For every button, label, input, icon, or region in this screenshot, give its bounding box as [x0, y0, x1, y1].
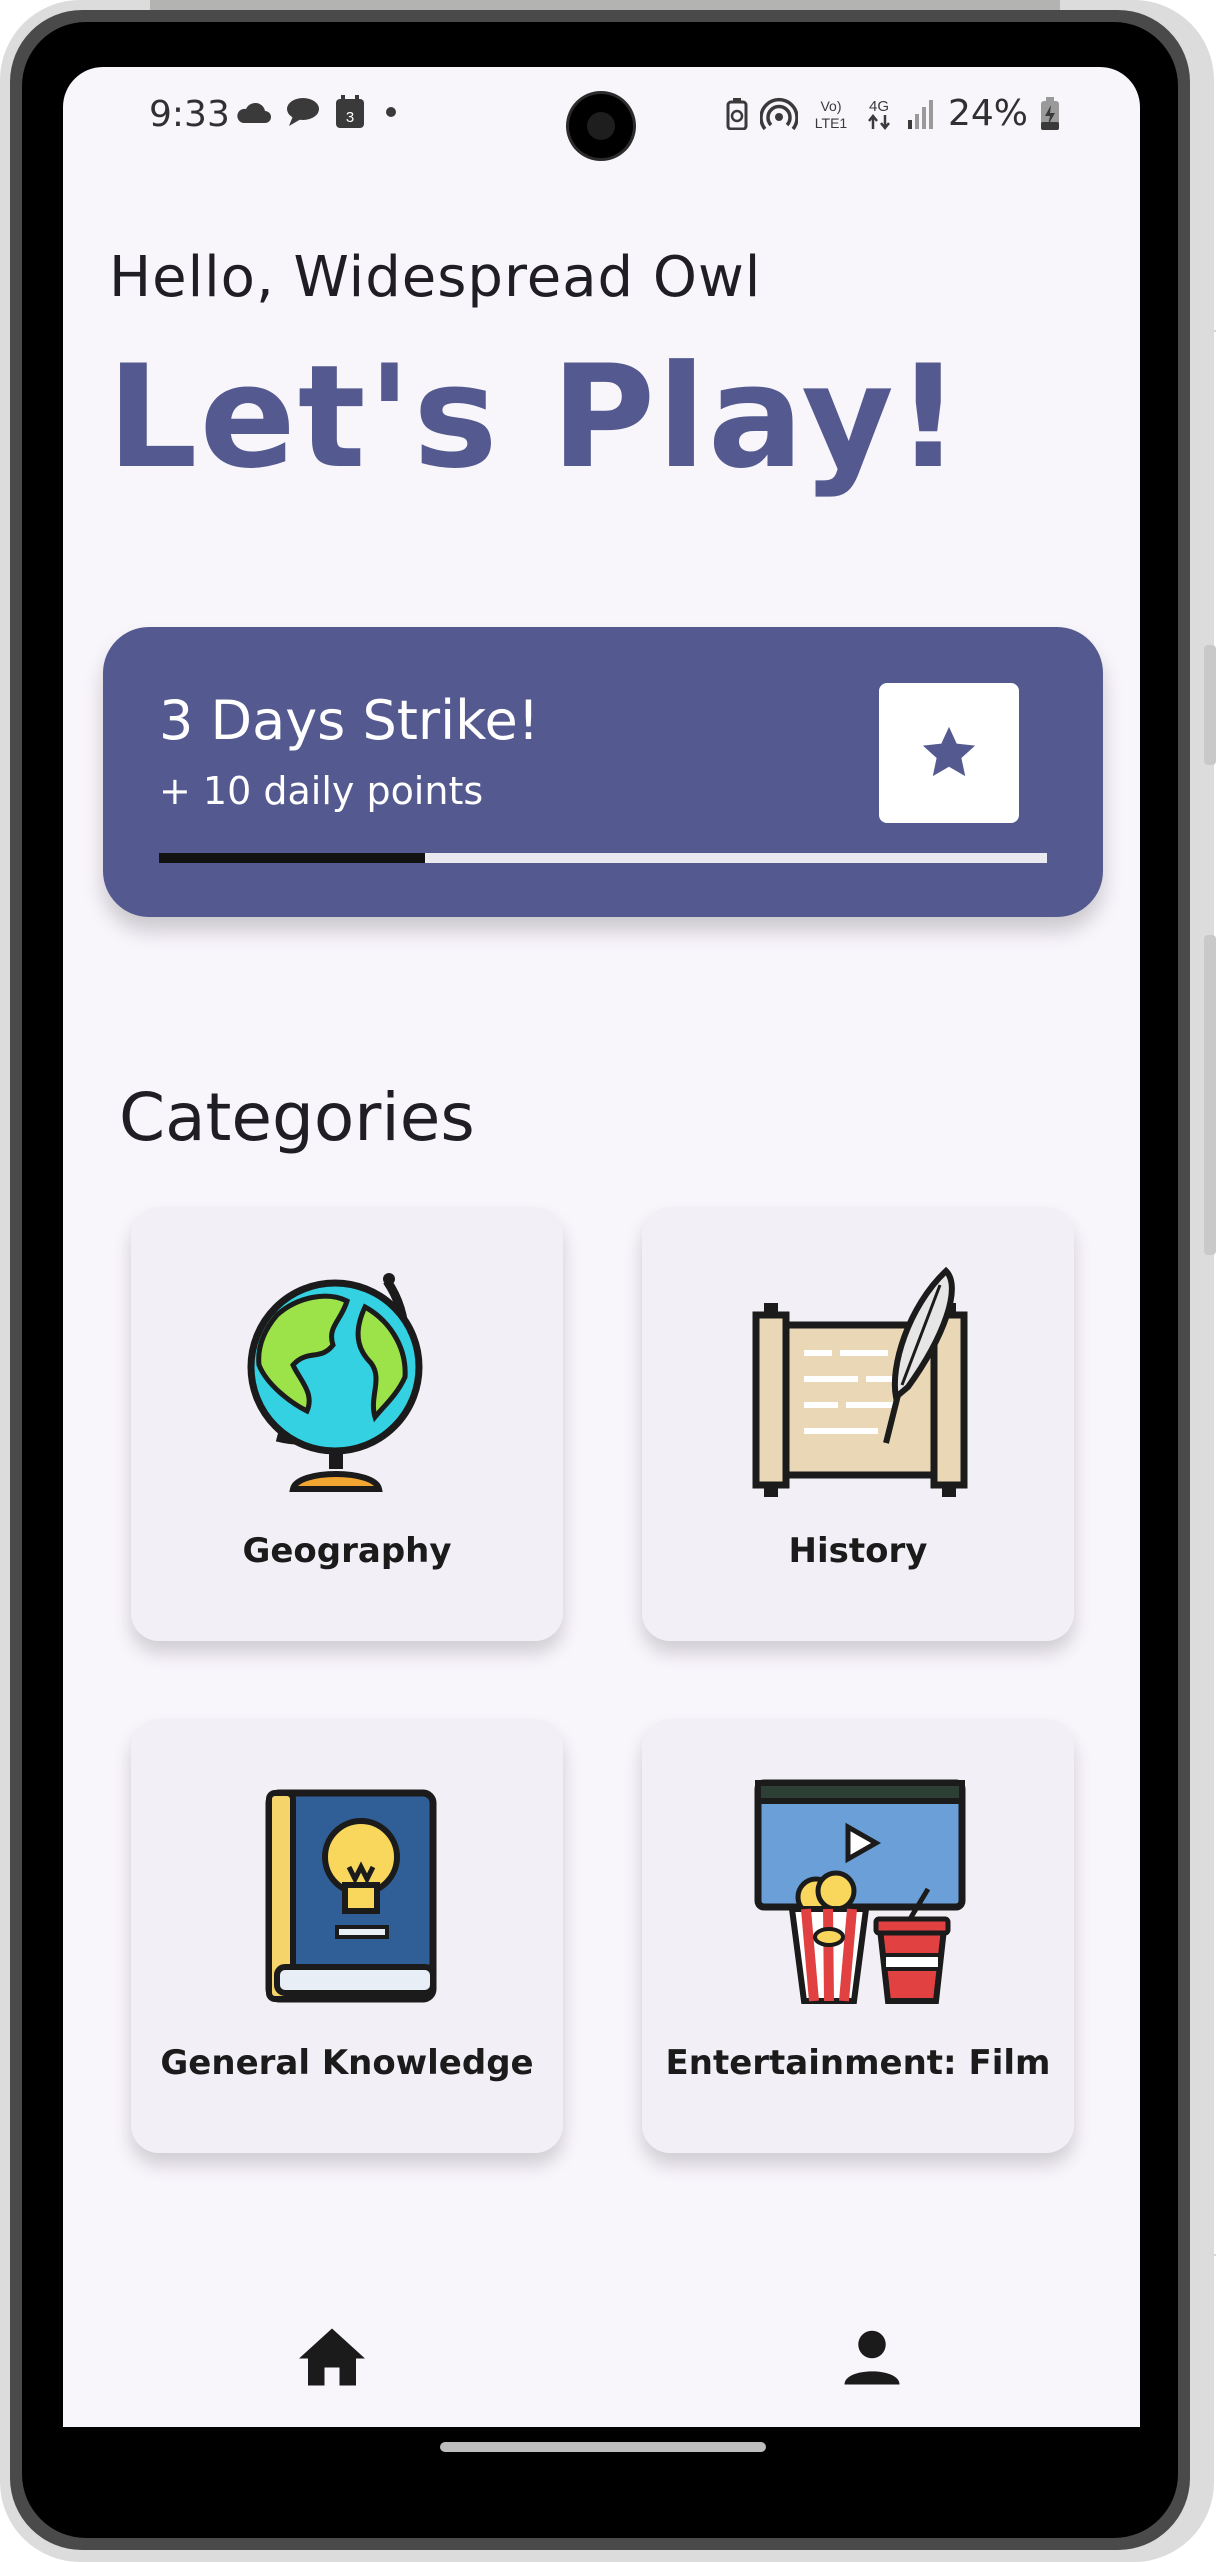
battery-charging-icon — [1041, 96, 1059, 130]
lte-label: LTE1 — [815, 115, 848, 131]
front-camera — [569, 94, 633, 158]
streak-subtitle: + 10 daily points — [159, 769, 484, 813]
battery-percent: 24% — [947, 93, 1028, 134]
cloud-icon — [237, 102, 271, 123]
scroll-quill-icon — [752, 1267, 968, 1497]
calendar-icon: 3 — [336, 95, 364, 128]
home-icon — [299, 2328, 365, 2386]
page-title: Let's Play! — [107, 335, 963, 500]
category-card-general-knowledge[interactable]: General Knowledge — [131, 1719, 563, 2153]
greeting-text: Hello, Widespread Owl — [109, 245, 762, 310]
volte-label: Vo) — [820, 98, 841, 114]
power-button — [1204, 935, 1216, 1255]
category-card-entertainment-film[interactable]: Entertainment: Film — [642, 1719, 1074, 2153]
categories-title: Categories — [119, 1079, 475, 1156]
lightbulb-book-icon — [265, 1789, 437, 2003]
streak-progress-bar — [159, 853, 1047, 863]
nav-profile-button[interactable] — [827, 2312, 917, 2402]
streak-progress-fill — [159, 853, 426, 863]
category-label: History — [788, 1531, 928, 1571]
status-time: 9:33 — [149, 94, 230, 135]
gesture-bar-area — [63, 2428, 1140, 2478]
4g-icon: 4G — [868, 98, 890, 130]
battery-saver-icon — [726, 97, 748, 130]
nav-home-button[interactable] — [287, 2312, 377, 2402]
streak-card[interactable]: 3 Days Strike! + 10 daily points — [103, 627, 1103, 917]
dot-icon — [386, 107, 396, 117]
category-card-geography[interactable]: Geography — [131, 1207, 563, 1641]
home-indicator[interactable] — [440, 2442, 766, 2452]
volte-icon: Vo)LTE1 — [815, 98, 848, 131]
4g-label: 4G — [869, 98, 889, 115]
globe-icon — [247, 1273, 423, 1492]
streak-star-button[interactable] — [879, 683, 1019, 823]
category-label: Entertainment: Film — [665, 2043, 1051, 2083]
streak-title: 3 Days Strike! — [159, 689, 540, 752]
calendar-day: 3 — [346, 109, 354, 126]
movie-popcorn-icon — [754, 1779, 966, 2004]
volume-button — [1204, 645, 1216, 765]
status-notification-icons: 3 — [235, 95, 403, 129]
chat-bubble-icon — [287, 98, 319, 126]
app-screen: 9:33 3 Vo) LTE1 4G 24% Hello, Widespread … — [63, 67, 1140, 2427]
profile-icon — [844, 2330, 900, 2385]
status-system-icons: Vo) LTE1 4G 24% — [726, 93, 1060, 134]
category-label: Geography — [242, 1531, 452, 1571]
hotspot-icon — [759, 97, 798, 130]
signal-icon — [907, 99, 933, 129]
category-label: General Knowledge — [160, 2043, 534, 2083]
category-card-history[interactable]: History — [642, 1207, 1074, 1641]
star-icon — [922, 726, 976, 777]
